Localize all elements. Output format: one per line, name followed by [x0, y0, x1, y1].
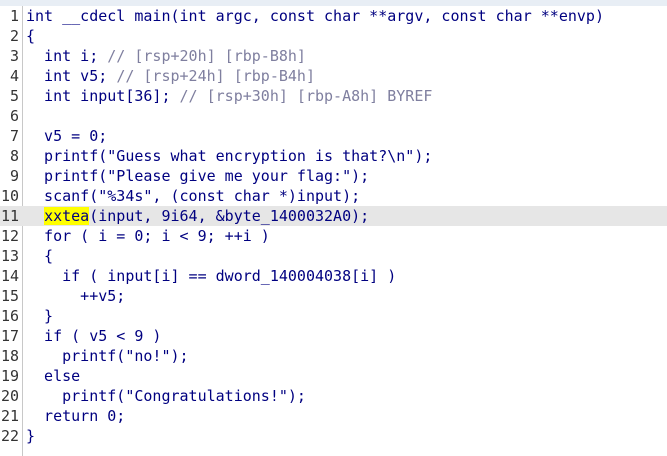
line-number: 2: [9, 27, 19, 45]
line-number: 22: [0, 427, 19, 445]
line-text[interactable]: ++v5;: [26, 286, 125, 306]
line-number: 8: [9, 147, 19, 165]
line-text[interactable]: printf("no!");: [26, 346, 188, 366]
line-number: 3: [9, 47, 19, 65]
code-line[interactable]: 10 scanf("%34s", (const char *)input);: [0, 186, 667, 206]
line-number: 11: [0, 207, 19, 225]
line-number: 15: [0, 287, 19, 305]
code-line[interactable]: 3 int i; // [rsp+20h] [rbp-B8h]: [0, 46, 667, 66]
code-line[interactable]: 14 if ( input[i] == dword_140004038[i] ): [0, 266, 667, 286]
line-text[interactable]: if ( v5 < 9 ): [26, 326, 161, 346]
line-text[interactable]: printf("Congratulations!");: [26, 386, 306, 406]
code-line[interactable]: 2{: [0, 26, 667, 46]
line-number: 7: [9, 127, 19, 145]
line-number: 19: [0, 367, 19, 385]
line-text[interactable]: return 0;: [26, 406, 125, 426]
code-line[interactable]: 16 }: [0, 306, 667, 326]
line-text[interactable]: v5 = 0;: [26, 126, 107, 146]
line-text[interactable]: printf("Guess what encryption is that?\n…: [26, 146, 432, 166]
code-line[interactable]: 4 int v5; // [rsp+24h] [rbp-B4h]: [0, 66, 667, 86]
code-line[interactable]: 5 int input[36]; // [rsp+30h] [rbp-A8h] …: [0, 86, 667, 106]
line-text[interactable]: int i; // [rsp+20h] [rbp-B8h]: [26, 46, 306, 66]
highlighted-identifier[interactable]: xxtea: [44, 207, 90, 225]
line-number: 5: [9, 87, 19, 105]
pseudocode-view[interactable]: 1 int __cdecl main(int argc, const char *…: [0, 6, 667, 446]
line-text[interactable]: int __cdecl main(int argc, const char **…: [26, 6, 604, 26]
line-text[interactable]: scanf("%34s", (const char *)input);: [26, 186, 360, 206]
line-text[interactable]: {: [26, 26, 35, 46]
line-number: 20: [0, 387, 19, 405]
line-text[interactable]: int v5; // [rsp+24h] [rbp-B4h]: [26, 66, 315, 86]
line-text[interactable]: xxtea(input, 9i64, &byte_1400032A0);: [26, 206, 369, 226]
line-text[interactable]: int input[36]; // [rsp+30h] [rbp-A8h] BY…: [26, 86, 432, 106]
line-number: 6: [9, 107, 19, 125]
code-line[interactable]: 7 v5 = 0;: [0, 126, 667, 146]
line-number: 16: [0, 307, 19, 325]
line-number: 13: [0, 247, 19, 265]
line-number: 9: [9, 167, 19, 185]
line-text[interactable]: for ( i = 0; i < 9; ++i ): [26, 226, 270, 246]
line-text[interactable]: if ( input[i] == dword_140004038[i] ): [26, 266, 396, 286]
line-text[interactable]: }: [26, 426, 35, 446]
line-number: 17: [0, 327, 19, 345]
code-line-current[interactable]: 11 xxtea(input, 9i64, &byte_1400032A0);: [0, 206, 667, 226]
line-number: 10: [0, 187, 19, 205]
code-line[interactable]: 13 {: [0, 246, 667, 266]
code-line[interactable]: 20 printf("Congratulations!");: [0, 386, 667, 406]
line-number: 1: [9, 7, 19, 25]
code-line[interactable]: 17 if ( v5 < 9 ): [0, 326, 667, 346]
line-number: 14: [0, 267, 19, 285]
code-line[interactable]: 21 return 0;: [0, 406, 667, 426]
code-line[interactable]: 18 printf("no!");: [0, 346, 667, 366]
code-line[interactable]: 8 printf("Guess what encryption is that?…: [0, 146, 667, 166]
line-text[interactable]: }: [26, 306, 53, 326]
line-text[interactable]: {: [26, 246, 53, 266]
code-line[interactable]: 15 ++v5;: [0, 286, 667, 306]
line-number: 12: [0, 227, 19, 245]
line-text[interactable]: printf("Please give me your flag:");: [26, 166, 369, 186]
code-line[interactable]: 9 printf("Please give me your flag:");: [0, 166, 667, 186]
code-line[interactable]: 19 else: [0, 366, 667, 386]
code-line[interactable]: 6: [0, 106, 667, 126]
line-number: 4: [9, 67, 19, 85]
code-line[interactable]: 12 for ( i = 0; i < 9; ++i ): [0, 226, 667, 246]
code-line[interactable]: 22}: [0, 426, 667, 446]
line-text[interactable]: else: [26, 366, 80, 386]
code-line[interactable]: 1 int __cdecl main(int argc, const char *…: [0, 6, 667, 26]
line-number: 18: [0, 347, 19, 365]
line-number: 21: [0, 407, 19, 425]
